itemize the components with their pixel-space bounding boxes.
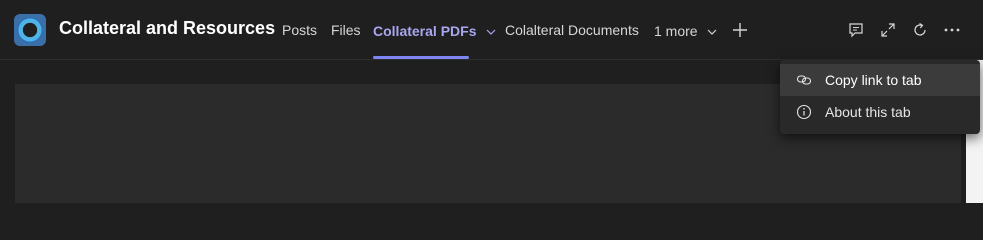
tab-label: Files (331, 22, 361, 38)
tab-collateral-pdfs[interactable]: Collateral PDFs (373, 22, 496, 60)
header-bar: Collateral and Resources Posts Files Col… (0, 0, 983, 60)
chevron-down-icon[interactable] (486, 22, 496, 38)
team-title[interactable]: Collateral and Resources (59, 18, 275, 39)
chevron-down-icon (707, 22, 717, 38)
link-icon (795, 71, 813, 89)
tab-files[interactable]: Files (331, 22, 361, 60)
tab-label: Posts (282, 22, 318, 38)
tab-label: Collateral PDFs (373, 23, 477, 39)
tab-more[interactable]: 1 more (654, 22, 717, 60)
more-options-icon[interactable] (942, 20, 962, 40)
conversation-icon[interactable] (846, 20, 866, 40)
team-logo[interactable] (14, 14, 46, 46)
menu-item-label: About this tab (825, 104, 911, 120)
tab-label: 1 more (654, 23, 698, 39)
tab-posts[interactable]: Posts (282, 22, 317, 60)
copy-link-to-tab-item[interactable]: Copy link to tab (780, 64, 980, 96)
add-tab-icon[interactable] (731, 21, 749, 39)
expand-icon[interactable] (878, 20, 898, 40)
tab-options-menu: Copy link to tab About this tab (780, 60, 980, 134)
tab-colalteral-documents[interactable]: Colalteral Documents (505, 22, 639, 60)
about-this-tab-item[interactable]: About this tab (780, 96, 980, 128)
tab-label: Colalteral Documents (505, 22, 639, 38)
menu-item-label: Copy link to tab (825, 72, 922, 88)
info-icon (795, 103, 813, 121)
refresh-icon[interactable] (910, 20, 930, 40)
team-ring-logo-icon (17, 17, 43, 43)
active-tab-indicator (373, 56, 469, 59)
